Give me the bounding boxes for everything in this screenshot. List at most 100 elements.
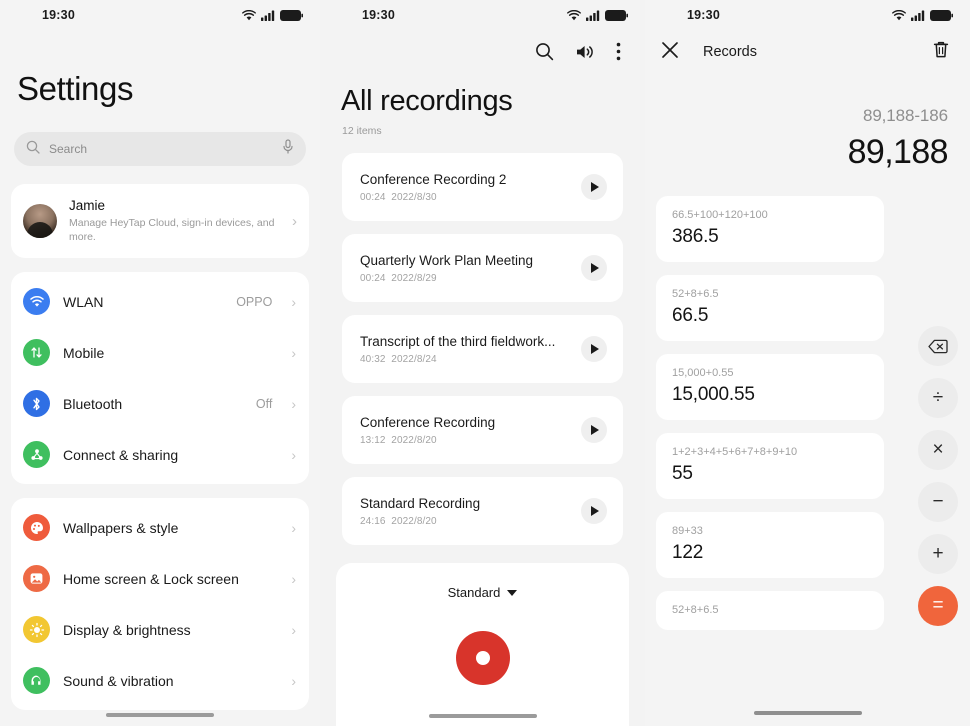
equals-key[interactable]: = [918,586,958,626]
page-title-settings: Settings [17,70,320,108]
status-time: 19:30 [42,8,75,22]
account-subtitle: Manage HeyTap Cloud, sign-in devices, an… [69,216,280,244]
list-item[interactable]: Standard Recording 24:16 2022/8/20 [342,477,623,545]
sidebar-item-bluetooth[interactable]: Bluetooth Off › [11,378,309,429]
palette-icon [23,514,50,541]
chevron-right-icon: › [291,622,296,638]
history-expression: 89+33 [672,525,868,537]
recorder-app-panel: 19:30 All [320,0,645,726]
sidebar-item-label: Sound & vibration [63,673,278,689]
settings-group-personalization: Wallpapers & style › Home screen & Lock … [11,498,309,710]
microphone-icon[interactable] [282,139,294,159]
multi-app-screen: 19:30 Settings Search [0,0,970,726]
backspace-key[interactable] [918,326,958,366]
signal-icon [261,10,275,21]
history-value: 122 [672,542,868,564]
sound-icon [23,667,50,694]
play-icon[interactable] [581,255,607,281]
chevron-right-icon: › [291,571,296,587]
recorder-toolbar [320,30,645,66]
wifi-icon [567,10,581,21]
recording-name: Conference Recording [360,415,581,430]
sidebar-item-label: WLAN [63,294,223,310]
more-icon[interactable] [616,42,621,66]
record-button[interactable] [456,631,510,685]
trash-icon[interactable] [932,40,950,64]
sidebar-item-label: Wallpapers & style [63,520,278,536]
history-item[interactable]: 52+8+6.5 [656,591,884,630]
status-icons [892,10,953,21]
chevron-right-icon: › [291,294,296,310]
account-card[interactable]: Jamie Manage HeyTap Cloud, sign-in devic… [11,184,309,258]
calculator-expression: 89,188-186 [645,106,948,126]
status-time: 19:30 [687,8,720,22]
signal-icon [586,10,600,21]
search-icon[interactable] [535,42,554,66]
status-time: 19:30 [362,8,395,22]
home-indicator [429,714,537,718]
sidebar-item-connect-sharing[interactable]: Connect & sharing › [11,429,309,480]
list-item[interactable]: Conference Recording 2 00:24 2022/8/30 [342,153,623,221]
calculator-keypad: ÷ × − + = [918,326,958,626]
sidebar-item-wlan[interactable]: WLAN OPPO › [11,276,309,327]
play-icon[interactable] [581,417,607,443]
history-item[interactable]: 66.5+100+120+100 386.5 [656,196,884,262]
sidebar-item-display-brightness[interactable]: Display & brightness › [11,604,309,655]
calculator-toolbar: Records [645,30,970,64]
recording-name: Conference Recording 2 [360,172,581,187]
history-expression: 66.5+100+120+100 [672,209,868,221]
signal-icon [911,10,925,21]
list-item[interactable]: Conference Recording 13:12 2022/8/20 [342,396,623,464]
bluetooth-icon [23,390,50,417]
sidebar-item-wallpapers-style[interactable]: Wallpapers & style › [11,502,309,553]
play-icon[interactable] [581,174,607,200]
chevron-right-icon: › [291,520,296,536]
chevron-right-icon: › [291,345,296,361]
sidebar-item-label: Home screen & Lock screen [63,571,278,587]
play-icon[interactable] [581,336,607,362]
search-icon [26,140,40,159]
multiply-key[interactable]: × [918,430,958,470]
list-item[interactable]: Quarterly Work Plan Meeting 00:24 2022/8… [342,234,623,302]
battery-icon [605,10,628,21]
sidebar-item-mobile[interactable]: Mobile › [11,327,309,378]
sidebar-item-home-lock-screen[interactable]: Home screen & Lock screen › [11,553,309,604]
history-item[interactable]: 52+8+6.5 66.5 [656,275,884,341]
calculator-display: 89,188-186 89,188 [645,64,970,172]
divide-key[interactable]: ÷ [918,378,958,418]
status-bar-settings: 19:30 [0,0,320,30]
battery-icon [280,10,303,21]
recording-meta: 40:32 2022/8/24 [360,354,581,365]
calculator-result: 89,188 [645,133,948,172]
status-icons [242,10,303,21]
recording-meta: 00:24 2022/8/29 [360,273,581,284]
status-bar-calculator: 19:30 [645,0,970,30]
speaker-icon[interactable] [575,43,595,66]
history-value: 15,000.55 [672,384,868,406]
sidebar-item-sound-vibration[interactable]: Sound & vibration › [11,655,309,706]
recording-name: Transcript of the third fieldwork... [360,334,581,349]
history-expression: 1+2+3+4+5+6+7+8+9+10 [672,446,868,458]
home-indicator [754,711,862,715]
history-item[interactable]: 89+33 122 [656,512,884,578]
list-item[interactable]: Transcript of the third fieldwork... 40:… [342,315,623,383]
sidebar-item-label: Mobile [63,345,259,361]
play-icon[interactable] [581,498,607,524]
status-bar-recorder: 19:30 [320,0,645,30]
chevron-right-icon: › [291,447,296,463]
record-button-core [476,651,490,665]
recording-meta: 00:24 2022/8/30 [360,192,581,203]
recording-mode-selector[interactable]: Standard [336,585,629,600]
sidebar-item-value: Off [256,397,272,411]
chevron-right-icon: › [292,214,297,229]
close-icon[interactable] [661,41,679,64]
minus-key[interactable]: − [918,482,958,522]
search-input[interactable]: Search [14,132,306,166]
history-item[interactable]: 1+2+3+4+5+6+7+8+9+10 55 [656,433,884,499]
history-expression: 52+8+6.5 [672,604,868,616]
calculator-app-panel: 19:30 Records 89,18 [645,0,970,726]
history-item[interactable]: 15,000+0.55 15,000.55 [656,354,884,420]
chevron-right-icon: › [291,396,296,412]
wifi-icon [242,10,256,21]
plus-key[interactable]: + [918,534,958,574]
